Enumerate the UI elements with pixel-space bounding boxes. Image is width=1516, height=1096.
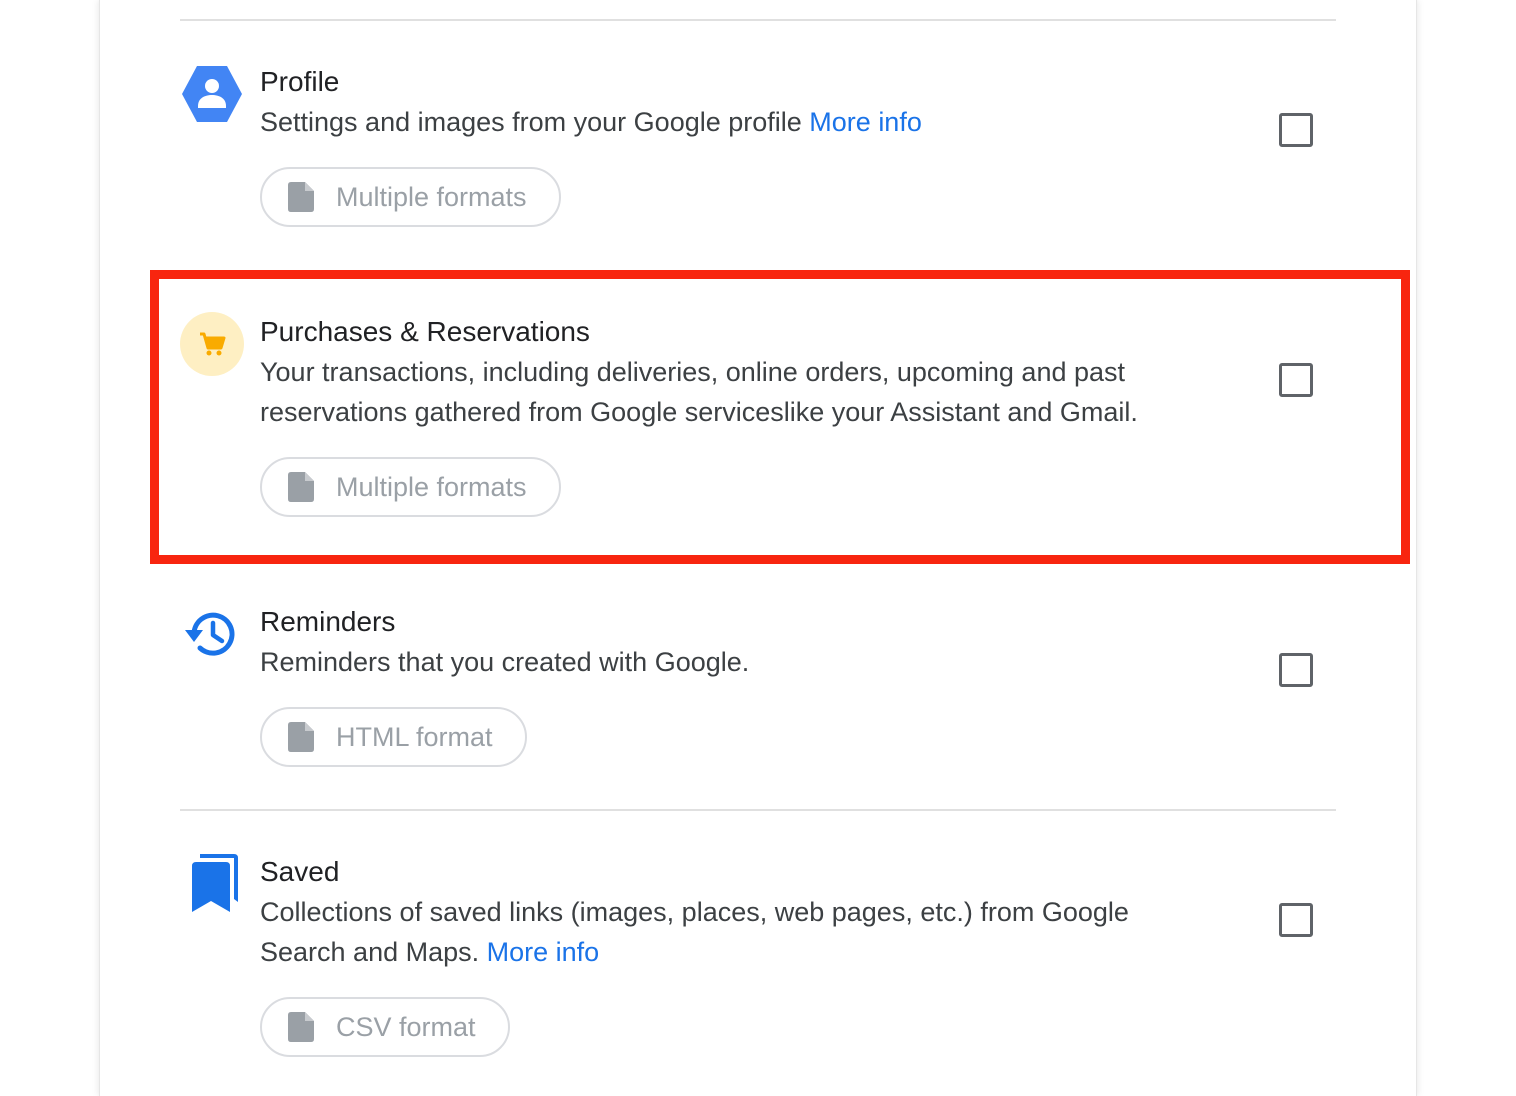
item-description: Settings and images from your Google pro… [260,102,1220,142]
format-chip[interactable]: HTML format [260,707,527,767]
item-description-text: Settings and images from your Google pro… [260,107,802,137]
file-icon [288,722,314,752]
more-info-link[interactable]: More info [809,107,922,137]
include-checkbox-saved[interactable] [1279,903,1313,937]
include-checkbox-profile[interactable] [1279,113,1313,147]
item-description: Your transactions, including deliveries,… [260,357,1138,427]
shopping-cart-icon [180,312,244,376]
bookmarks-icon [180,852,244,916]
item-description-text: Collections of saved links (images, plac… [260,897,1129,967]
item-description: Reminders that you created with Google. [260,647,750,677]
section-divider [180,809,1336,811]
format-chip-label: Multiple formats [336,471,527,502]
file-icon [288,182,314,212]
file-icon [288,1012,314,1042]
format-chip[interactable]: CSV format [260,997,510,1057]
history-clock-icon [180,602,244,666]
profile-hexagon-icon [180,62,244,126]
format-chip[interactable]: Multiple formats [260,457,561,517]
include-checkbox-reminders[interactable] [1279,653,1313,687]
top-divider [180,19,1336,21]
more-info-link[interactable]: More info [487,937,600,967]
format-chip-label: HTML format [336,721,493,752]
item-description: Collections of saved links (images, plac… [260,892,1220,972]
format-chip-label: Multiple formats [336,181,527,212]
item-title: Saved [260,856,340,887]
item-title: Reminders [260,606,396,637]
include-checkbox-purchases-reservations[interactable] [1279,363,1313,397]
item-title: Purchases & Reservations [260,316,590,347]
file-icon [288,472,314,502]
format-chip[interactable]: Multiple formats [260,167,561,227]
format-chip-label: CSV format [336,1011,476,1042]
item-title: Profile [260,66,340,97]
